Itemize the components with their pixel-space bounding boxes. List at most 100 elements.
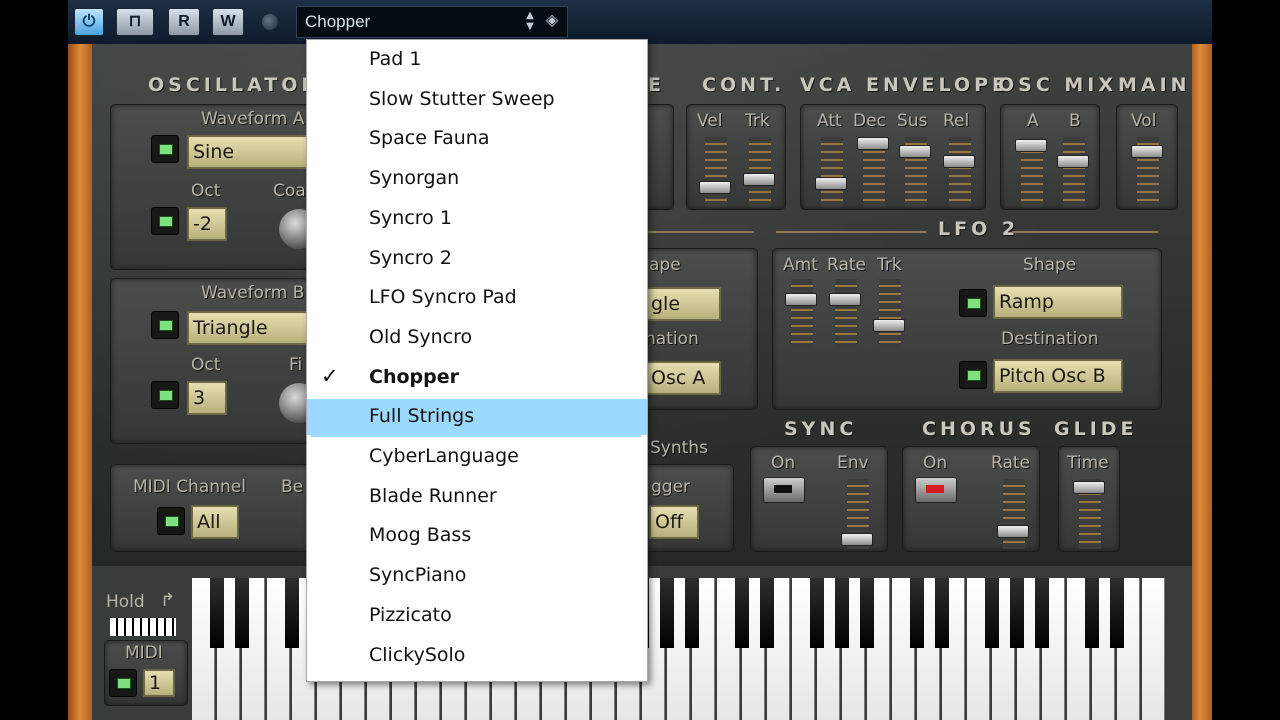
menu-item-label: Synorgan xyxy=(369,167,460,190)
menu-item[interactable]: Pad 1 xyxy=(307,42,647,78)
vca-dec-fader[interactable] xyxy=(857,137,889,150)
menu-item-label: Space Fauna xyxy=(369,127,490,150)
midi-channel-label: MIDI Channel xyxy=(133,477,246,497)
lfo1-shape-display[interactable]: gle xyxy=(645,287,721,321)
black-key[interactable] xyxy=(660,578,674,648)
black-key[interactable] xyxy=(935,578,949,648)
read-automation-button[interactable]: R xyxy=(168,8,200,36)
vca-sus-fader[interactable] xyxy=(899,145,931,158)
black-key[interactable] xyxy=(210,578,224,648)
lfo2-amt-slider[interactable] xyxy=(791,279,813,349)
lfo1-divider xyxy=(648,231,754,233)
lfo2-destination-led-button[interactable] xyxy=(959,361,987,389)
black-key[interactable] xyxy=(235,578,249,648)
waveform-b-display[interactable]: Triangle xyxy=(187,311,311,345)
black-key[interactable] xyxy=(1085,578,1099,648)
oct-b-display[interactable]: 3 xyxy=(187,381,227,415)
black-key[interactable] xyxy=(910,578,924,648)
checkmark-icon: ✓ xyxy=(321,363,339,388)
lfo2-trk-fader[interactable] xyxy=(873,319,905,332)
black-key[interactable] xyxy=(860,578,874,648)
menu-item-label: Syncro 1 xyxy=(369,206,452,229)
preset-browser-icon[interactable]: ◈ xyxy=(543,10,561,32)
black-key[interactable] xyxy=(985,578,999,648)
waveform-b-led-button[interactable] xyxy=(151,311,179,339)
menu-item[interactable]: SyncPiano xyxy=(307,558,647,594)
waveform-a-display[interactable]: Sine xyxy=(187,135,311,169)
menu-item[interactable]: Full Strings xyxy=(307,399,647,438)
lfo2-trk-slider[interactable] xyxy=(879,279,901,349)
preset-selector[interactable]: Chopper ▲ ▼ ◈ xyxy=(296,6,568,38)
menu-item[interactable]: Slow Stutter Sweep xyxy=(307,82,647,118)
osc-mix-a-fader[interactable] xyxy=(1015,139,1047,152)
cont-vel-fader[interactable] xyxy=(699,181,731,194)
lfo2-shape-display[interactable]: Ramp xyxy=(993,285,1123,319)
white-key[interactable] xyxy=(1142,578,1165,720)
oct-b-led-button[interactable] xyxy=(151,381,179,409)
vca-rel-slider[interactable] xyxy=(949,137,971,207)
vca-envelope-section: Att Dec Sus Rel xyxy=(800,104,986,210)
black-key[interactable] xyxy=(760,578,774,648)
main-vol-fader[interactable] xyxy=(1131,145,1163,158)
midi-channel-led-button[interactable] xyxy=(157,507,185,535)
cont-trk-slider[interactable] xyxy=(749,137,771,207)
menu-item[interactable]: CyberLanguage xyxy=(307,439,647,475)
black-key[interactable] xyxy=(1110,578,1124,648)
osc-mix-b-fader[interactable] xyxy=(1057,155,1089,168)
bypass-button[interactable]: ⊓ xyxy=(116,8,154,36)
menu-item[interactable]: Syncro 1 xyxy=(307,201,647,237)
power-button[interactable]: ⏻ xyxy=(74,8,104,36)
osc-mix-b-label: B xyxy=(1069,111,1081,131)
black-key[interactable] xyxy=(810,578,824,648)
menu-item[interactable]: Blade Runner xyxy=(307,479,647,515)
write-automation-button[interactable]: W xyxy=(212,8,244,36)
oct-a-led-button[interactable] xyxy=(151,207,179,235)
menu-item[interactable]: Synorgan xyxy=(307,161,647,197)
menu-item[interactable]: Old Syncro xyxy=(307,320,647,356)
black-key[interactable] xyxy=(835,578,849,648)
power-icon: ⏻ xyxy=(82,13,96,30)
midi-label: MIDI xyxy=(125,643,163,663)
black-key[interactable] xyxy=(735,578,749,648)
osc-mix-b-slider[interactable] xyxy=(1063,137,1085,207)
lfo2-rate-slider[interactable] xyxy=(835,279,857,349)
lfo2-destination-display[interactable]: Pitch Osc B xyxy=(993,359,1123,393)
menu-item[interactable]: Moog Bass xyxy=(307,518,647,554)
cont-trk-fader[interactable] xyxy=(743,173,775,186)
menu-item[interactable]: Space Fauna xyxy=(307,121,647,157)
menu-item-label: Old Syncro xyxy=(369,325,473,348)
oct-a-display[interactable]: -2 xyxy=(187,207,227,241)
menu-item[interactable]: ClickySolo xyxy=(307,638,647,674)
sync-toggle[interactable] xyxy=(763,477,805,503)
vca-att-slider[interactable] xyxy=(821,137,843,207)
black-key[interactable] xyxy=(285,578,299,648)
waveform-a-led-button[interactable] xyxy=(151,135,179,163)
menu-item[interactable]: LFO Syncro Pad xyxy=(307,280,647,316)
lfo2-shape-led-button[interactable] xyxy=(959,289,987,317)
midi-channel-display[interactable]: All xyxy=(191,505,239,539)
cont-vel-slider[interactable] xyxy=(705,137,727,207)
lfo2-amt-fader[interactable] xyxy=(785,293,817,306)
menu-item[interactable]: Syncro 2 xyxy=(307,241,647,277)
glide-time-fader[interactable] xyxy=(1073,481,1105,494)
menu-item[interactable]: ✓ Chopper xyxy=(307,360,647,396)
lfo1-destination-display[interactable]: Osc A xyxy=(645,361,721,395)
vca-att-fader[interactable] xyxy=(815,177,847,190)
black-key[interactable] xyxy=(685,578,699,648)
black-key[interactable] xyxy=(1035,578,1049,648)
sync-env-label: Env xyxy=(837,453,869,473)
midi-led-button[interactable] xyxy=(109,669,137,697)
trigger-display[interactable]: Off xyxy=(649,505,699,539)
midi-display[interactable]: 1 xyxy=(143,669,175,697)
chorus-rate-slider[interactable] xyxy=(1003,479,1025,549)
vca-rel-fader[interactable] xyxy=(943,155,975,168)
black-key[interactable] xyxy=(1010,578,1024,648)
sync-env-fader[interactable] xyxy=(841,533,873,546)
chorus-rate-fader[interactable] xyxy=(997,525,1029,538)
chorus-toggle[interactable] xyxy=(915,477,957,503)
waveform-a-label: Waveform A xyxy=(201,109,305,129)
preset-spin-icon[interactable]: ▲ ▼ xyxy=(523,10,537,32)
preset-dropdown-menu: Pad 1 Slow Stutter Sweep Space Fauna Synorg… xyxy=(306,39,648,682)
lfo2-rate-fader[interactable] xyxy=(829,293,861,306)
menu-item[interactable]: Pizzicato xyxy=(307,598,647,634)
